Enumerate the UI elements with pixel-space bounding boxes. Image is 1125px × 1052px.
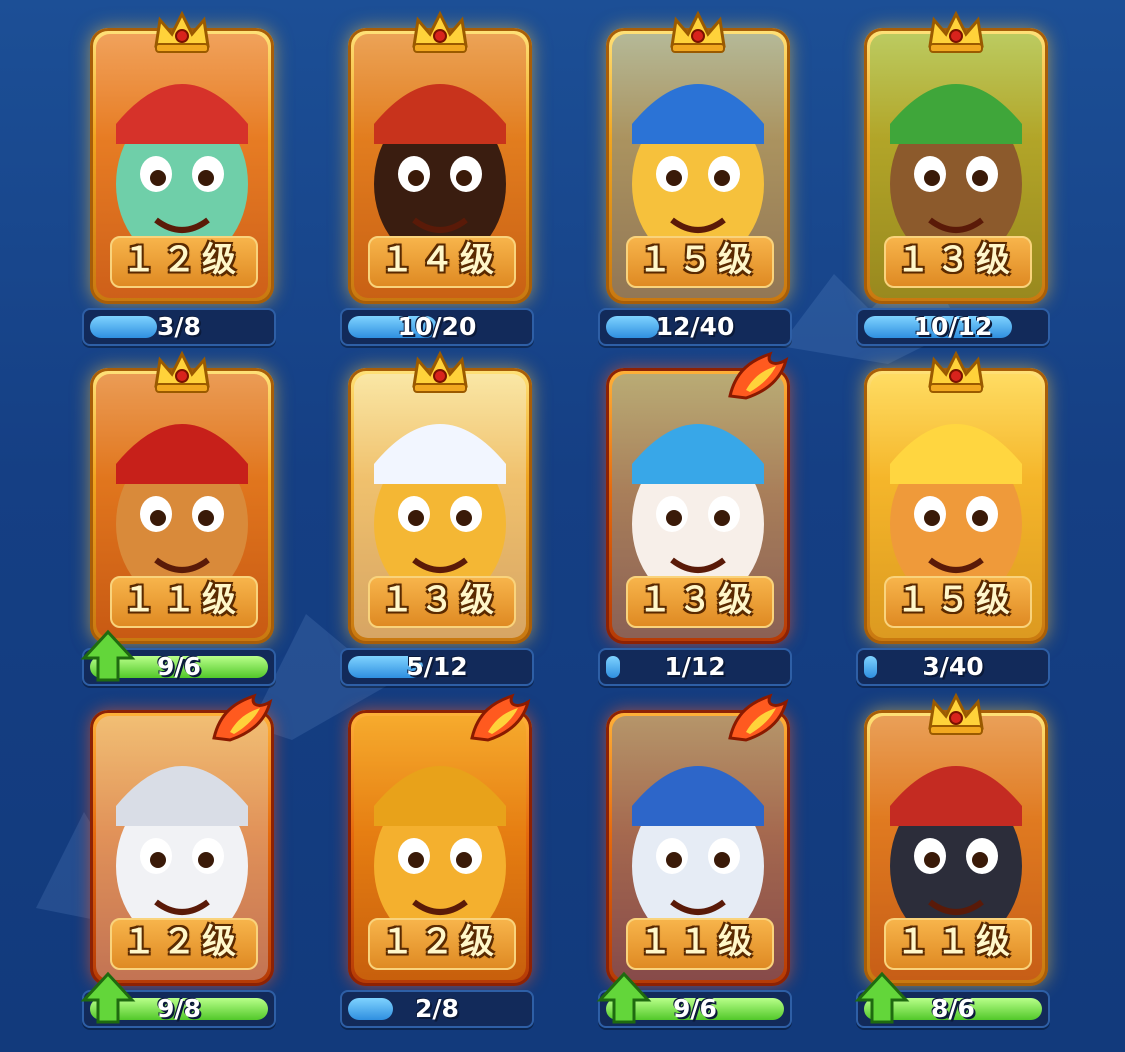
crown-icon <box>410 350 470 394</box>
character-card-clown[interactable]: １３级 1/12 <box>598 350 798 690</box>
progress-text: 2/8 <box>415 994 459 1023</box>
flame-wing-icon <box>726 692 790 742</box>
crown-icon <box>152 10 212 54</box>
progress-text: 3/40 <box>922 652 984 681</box>
character-card-spiky-hero[interactable]: １５级 3/40 <box>856 350 1056 690</box>
character-card-blue-hat-bean[interactable]: １５级 12/40 <box>598 10 798 350</box>
upgrade-arrow-icon[interactable] <box>80 628 136 684</box>
progress-text: 5/12 <box>406 652 468 681</box>
shard-progress-bar: 12/40 <box>598 308 792 346</box>
crown-icon <box>668 10 728 54</box>
character-card-robot[interactable]: １１级 9/6 <box>596 692 798 1032</box>
character-card-masked-thief[interactable]: １３级 5/12 <box>340 350 540 690</box>
level-label: １３级 <box>380 580 500 620</box>
character-card-ghost[interactable]: １２级 9/8 <box>80 692 282 1032</box>
character-card-hooded-mage[interactable]: １４级 10/20 <box>340 10 540 350</box>
progress-text: 12/40 <box>655 312 735 341</box>
level-label: １５级 <box>638 240 758 280</box>
crown-icon <box>926 350 986 394</box>
shard-progress-bar: 3/8 <box>82 308 276 346</box>
flame-wing-icon <box>726 350 790 400</box>
character-card-grid: １２级 3/8 １４级 10/20 １５级 12/40 １３级 10/12 １１级 9/6 １３级 5… <box>0 0 1125 1052</box>
upgrade-arrow-icon[interactable] <box>80 970 136 1026</box>
level-label: １１级 <box>896 922 1016 962</box>
level-label: １１级 <box>122 580 242 620</box>
flame-wing-icon <box>468 692 532 742</box>
character-card-laurel-bean[interactable]: １２级 2/8 <box>340 692 540 1032</box>
upgrade-arrow-icon[interactable] <box>854 970 910 1026</box>
level-label: １３级 <box>638 580 758 620</box>
progress-text: 10/12 <box>913 312 993 341</box>
shard-progress-bar: 3/40 <box>856 648 1050 686</box>
shard-progress-bar: 10/12 <box>856 308 1050 346</box>
level-label: １２级 <box>122 922 242 962</box>
level-label: １４级 <box>380 240 500 280</box>
character-card-bull-warrior[interactable]: １１级 9/6 <box>80 350 282 690</box>
progress-text: 1/12 <box>664 652 726 681</box>
level-label: １５级 <box>896 580 1016 620</box>
shard-progress-bar: 5/12 <box>340 648 534 686</box>
progress-text: 3/8 <box>157 312 201 341</box>
shard-progress-bar: 10/20 <box>340 308 534 346</box>
shard-progress-bar: 1/12 <box>598 648 792 686</box>
crown-icon <box>926 10 986 54</box>
crown-icon <box>926 692 986 736</box>
flame-wing-icon <box>210 692 274 742</box>
character-card-police-cactus[interactable]: １２级 3/8 <box>82 10 282 350</box>
character-card-tree-bandit[interactable]: １３级 10/12 <box>856 10 1056 350</box>
character-card-dark-knight[interactable]: １１级 8/6 <box>854 692 1056 1032</box>
progress-text: 10/20 <box>397 312 477 341</box>
level-label: １３级 <box>896 240 1016 280</box>
level-label: １２级 <box>122 240 242 280</box>
upgrade-arrow-icon[interactable] <box>596 970 652 1026</box>
crown-icon <box>152 350 212 394</box>
crown-icon <box>410 10 470 54</box>
shard-progress-bar: 2/8 <box>340 990 534 1028</box>
level-label: １２级 <box>380 922 500 962</box>
level-label: １１级 <box>638 922 758 962</box>
